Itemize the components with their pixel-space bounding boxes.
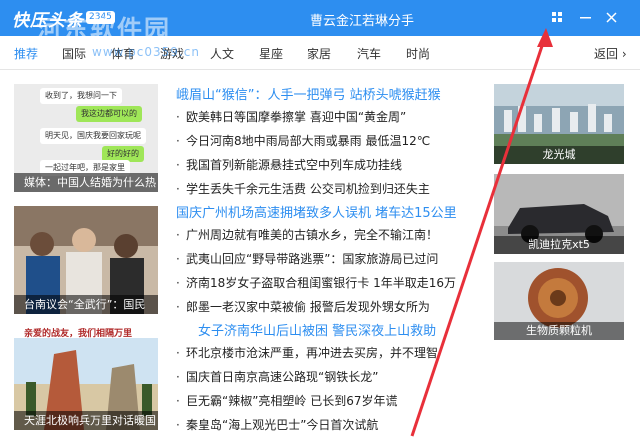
news-text: 我国首列新能源悬挂式空中列车成功挂线 [186,158,403,172]
headline-text: 峨眉山“猴信”：人手一把弹弓 站桥头唬猴赶猴 [176,88,441,103]
banner-text: 亲爱的战友，我们相隔万里 [24,329,133,339]
news-item[interactable]: · 今日河南8地中雨局部大雨或暴雨 最低温12℃ [176,132,482,149]
ad-thumb-cadillac[interactable]: 凯迪拉克xt5 [494,174,624,254]
nav-item-cars[interactable]: 汽车 [357,45,381,62]
close-icon[interactable] [600,7,622,29]
nav-item-horoscope[interactable]: 星座 [259,45,283,62]
bullet-dot: · [176,346,180,360]
news-text: 广州周边就有唯美的古镇水乡，完全不输江南！ [186,228,439,242]
news-text: 今日河南8地中雨局部大雨或暴雨 最低温12℃ [186,134,431,148]
bullet-dot: · [176,370,180,384]
chevron-right-icon: › [621,47,627,61]
news-item[interactable]: · 我国首列新能源悬挂式空中列车成功挂线 [176,156,482,173]
bullet-dot: · [176,276,180,290]
title-bar: 快压头条 2345 河东软件园 曹云金江若琳分手 [0,0,640,44]
news-text: 济南18岁女子盗取合租闺蜜银行卡 1年半取走16万 [186,276,456,290]
news-item[interactable]: · 郎墨一老汉家中菜被偷 报警后发现外甥女所为 [176,298,482,315]
news-tile-chat[interactable]: 收到了，我想问一下 我这边都可以的 明天见，国庆我要回家玩呢 好的好的 一起过年… [14,84,158,192]
chat-bubble: 我这边都可以的 [76,106,142,122]
news-text: 环北京楼市沧沫严重，再冲进去买房，并不理智 [186,346,439,360]
news-text: 秦皇岛“海上观光巴士”今日首次试航 [186,418,379,432]
window-title: 曹云金江若琳分手 [310,14,415,29]
news-item[interactable]: · 广州周边就有唯美的古镇水乡，完全不输江南！ [176,226,482,243]
headline-text: 女子济南华山后山被困 警民深夜上山救助 [198,324,437,339]
watermark-url: www.pc0359.cn [92,45,200,59]
tile-caption: 媒体：中国人结婚为什么热 [14,173,158,192]
news-headline[interactable]: 国庆广州机场高速拥堵致多人误机 堵车达15公里 [176,202,482,221]
thumb-caption: 龙光城 [494,146,624,164]
bullet-dot: · [176,134,180,148]
thumb-caption: 生物质颗粒机 [494,322,624,340]
news-item[interactable]: · 武夷山回应“野导带路逃票”：国家旅游局已过问 [176,250,482,267]
nav-item-home[interactable]: 家居 [307,45,331,62]
headline-text: 国庆广州机场高速拥堵致多人误机 堵车达15公里 [176,206,457,221]
thumb-caption: 凯迪拉克xt5 [494,236,624,254]
ad-thumb-pellet-machine[interactable]: 生物质颗粒机 [494,262,624,340]
bullet-dot: · [176,394,180,408]
bullet-dot: · [176,182,180,196]
grid-menu-icon[interactable] [546,7,568,29]
bullet-dot: · [176,418,180,432]
news-item[interactable]: · 巨无霸“辣椒”亮相塑岭 已长到67岁年谎 [176,392,482,409]
chat-bubble: 明天见，国庆我要回家玩呢 [40,128,146,144]
tile-caption: 台南议会“全武行”：国民 [14,295,158,314]
news-item[interactable]: · 学生丢失千余元生活费 公交司机捡到归还失主 [176,180,482,197]
news-text: 巨无霸“辣椒”亮相塑岭 已长到67岁年谎 [186,394,398,408]
news-item[interactable]: · 环北京楼市沧沫严重，再冲进去买房，并不理智 [176,344,482,361]
bullet-dot: · [176,110,180,124]
news-text: 欧美韩日等国摩拳擦掌 喜迎中国“黄金周” [186,110,407,124]
news-text: 郎墨一老汉家中菜被偷 报警后发现外甥女所为 [186,300,430,314]
news-headline[interactable]: 女子济南华山后山被困 警民深夜上山救助 [198,320,482,339]
news-tile-parliament[interactable]: 台南议会“全武行”：国民 [14,206,158,314]
news-text: 国庆首日南京高速公路现“钢铁长龙” [186,370,379,384]
news-item[interactable]: · 济南18岁女子盗取合租闺蜜银行卡 1年半取走16万 [176,274,482,291]
nav-item-culture[interactable]: 人文 [210,45,234,62]
news-item[interactable]: · 欧美韩日等国摩拳擦掌 喜迎中国“黄金周” [176,108,482,125]
back-button[interactable]: 返回 › [594,45,627,62]
news-text: 武夷山回应“野导带路逃票”：国家旅游局已过问 [186,252,439,266]
minimize-icon[interactable] [574,7,596,29]
news-text: 学生丢失千余元生活费 公交司机捡到归还失主 [186,182,430,196]
bullet-dot: · [176,228,180,242]
nav-item-recommend[interactable]: 推荐 [14,45,38,62]
tile-caption: 天涯北极响兵万里对话暖国 [14,411,158,430]
nav-item-international[interactable]: 国际 [62,45,86,62]
news-item[interactable]: · 秦皇岛“海上观光巴士”今日首次试航 [176,416,482,433]
bullet-dot: · [176,158,180,172]
news-tile-soldiers[interactable]: 亲爱的战友，我们相隔万里 天涯北极响兵万里对话暖国 [14,324,158,430]
news-headline[interactable]: 峨眉山“猴信”：人手一把弹弓 站桥头唬猴赶猴 [176,84,482,103]
chat-bubble: 收到了，我想问一下 [40,88,122,104]
nav-item-fashion[interactable]: 时尚 [406,45,430,62]
ad-thumb-longguang[interactable]: 龙光城 [494,84,624,164]
news-item[interactable]: · 国庆首日南京高速公路现“钢铁长龙” [176,368,482,385]
bullet-dot: · [176,300,180,314]
bullet-dot: · [176,252,180,266]
back-label: 返回 [594,47,619,61]
